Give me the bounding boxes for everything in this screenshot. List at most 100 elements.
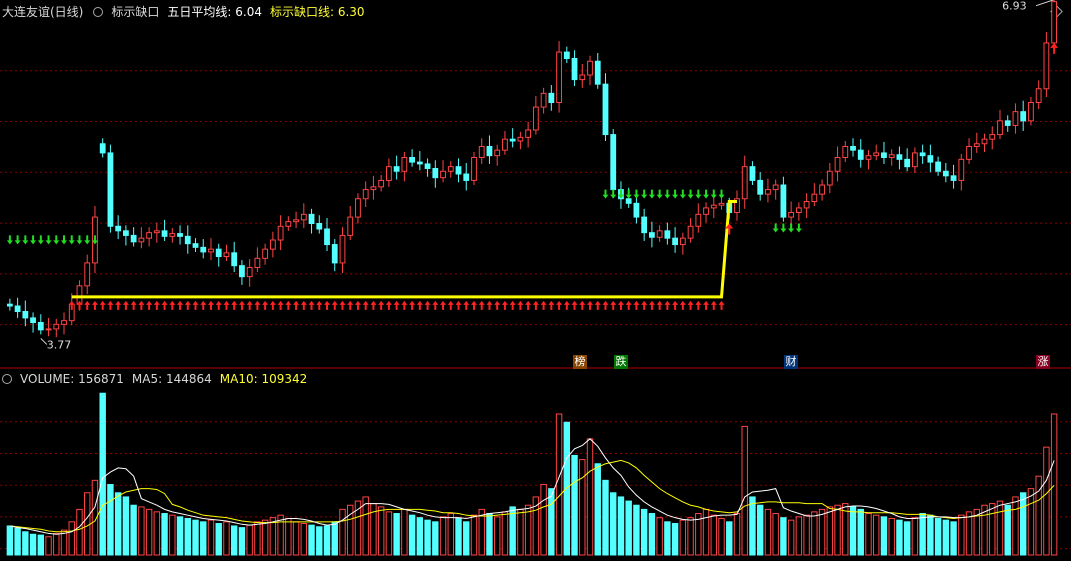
up-arrow-icon: [1050, 42, 1059, 54]
candle-body: [695, 213, 702, 227]
candle-body: [625, 198, 632, 204]
candle-body: [687, 225, 694, 239]
gap-up-arrow-icon: [200, 300, 207, 310]
candle-body: [873, 152, 880, 157]
gap-up-arrow-icon: [470, 300, 477, 310]
volume-bar: [602, 479, 609, 556]
gap-up-arrow-icon: [401, 300, 408, 310]
candle-body: [200, 246, 207, 253]
down-arrow-icon: [45, 235, 52, 245]
candle-body: [927, 155, 934, 163]
volume-bar: [726, 521, 733, 556]
marker-bang[interactable]: 榜: [573, 355, 587, 369]
volume-bar: [679, 519, 687, 556]
candle-body: [556, 51, 562, 103]
volume-bar: [37, 534, 45, 556]
candle-body: [30, 317, 36, 323]
marker-die[interactable]: 跌: [614, 355, 628, 369]
volume-bar: [122, 496, 130, 556]
candle-body: [370, 186, 377, 191]
candle-body: [277, 225, 284, 241]
down-arrow-icon: [687, 189, 694, 199]
volume-bar: [880, 516, 888, 556]
candle-body: [958, 158, 965, 181]
down-arrow-icon: [61, 235, 68, 245]
candle-body: [84, 262, 91, 287]
gap-up-arrow-icon: [416, 300, 423, 310]
marker-zhang[interactable]: 涨: [1036, 355, 1050, 369]
gap-up-arrow-icon: [138, 300, 145, 310]
candle-body: [509, 138, 516, 142]
candle-body: [563, 51, 570, 59]
volume-bar: [285, 517, 292, 556]
down-arrow-icon: [22, 235, 29, 245]
volume-bar: [764, 508, 772, 556]
gap-up-arrow-icon: [339, 300, 346, 310]
volume-bar: [664, 521, 671, 556]
volume-bar: [53, 532, 60, 556]
stock-chart[interactable]: 3.77 6.93: [0, 0, 1071, 561]
volume-bar: [416, 517, 424, 556]
candle-body: [571, 58, 578, 81]
volume-bar: [640, 508, 648, 556]
gap-up-arrow-icon: [548, 300, 555, 310]
candle-body: [14, 305, 21, 312]
gap-up-arrow-icon: [571, 300, 578, 310]
candle-body: [208, 248, 214, 253]
volume-bar: [787, 519, 795, 556]
volume-bar: [424, 519, 431, 556]
volume-bar: [316, 526, 323, 556]
volume-bar: [826, 506, 834, 556]
down-arrow-icon: [6, 235, 13, 245]
volume-bar: [896, 519, 903, 556]
gap-up-arrow-icon: [122, 300, 129, 310]
volume-bar: [1050, 413, 1058, 556]
volume-bar: [903, 521, 911, 556]
gap-up-arrow-icon: [308, 300, 315, 310]
candle-body: [215, 248, 222, 258]
candle-body: [780, 184, 787, 218]
volume-bar: [393, 513, 400, 556]
volume-bar: [811, 511, 818, 556]
candle-body: [579, 74, 586, 81]
candle-body: [262, 248, 269, 259]
candle-body: [664, 230, 671, 239]
volume-bar: [161, 513, 168, 556]
gap-up-arrow-icon: [238, 300, 245, 310]
candle-body: [610, 134, 617, 191]
down-arrow-icon: [672, 189, 679, 199]
candle-body: [440, 170, 446, 179]
down-arrow-icon: [718, 189, 725, 199]
volume-bar: [517, 508, 524, 556]
volume-bar: [138, 506, 145, 556]
gap-up-arrow-icon: [246, 300, 253, 310]
candle-body: [478, 146, 485, 158]
gap-up-arrow-icon: [594, 300, 601, 310]
candle-body: [602, 83, 609, 136]
candle-body: [997, 120, 1003, 136]
candle-body: [53, 323, 60, 330]
volume-bar: [687, 517, 694, 556]
volume-bar: [555, 413, 563, 556]
down-arrow-icon: [679, 189, 686, 199]
volume-bar: [223, 521, 230, 556]
candle-body: [950, 175, 957, 181]
gap-up-arrow-icon: [664, 300, 671, 310]
volume-bar: [834, 504, 841, 556]
marker-cai[interactable]: 财: [784, 355, 798, 369]
down-arrow-icon: [656, 189, 663, 199]
volume-bar: [857, 508, 864, 556]
gap-up-arrow-icon: [432, 300, 439, 310]
candle-body: [803, 201, 810, 209]
volume-bar: [571, 454, 578, 556]
volume-bar: [849, 506, 857, 556]
volume-bar: [671, 522, 679, 556]
gap-up-arrow-icon: [130, 300, 137, 310]
candle-body: [540, 92, 547, 108]
gap-up-arrow-icon: [486, 300, 493, 310]
candle-body: [231, 252, 238, 267]
candle-body: [502, 138, 508, 151]
candle-body: [223, 252, 230, 257]
gap-up-arrow-icon: [672, 300, 679, 310]
volume-bar: [1019, 492, 1027, 556]
